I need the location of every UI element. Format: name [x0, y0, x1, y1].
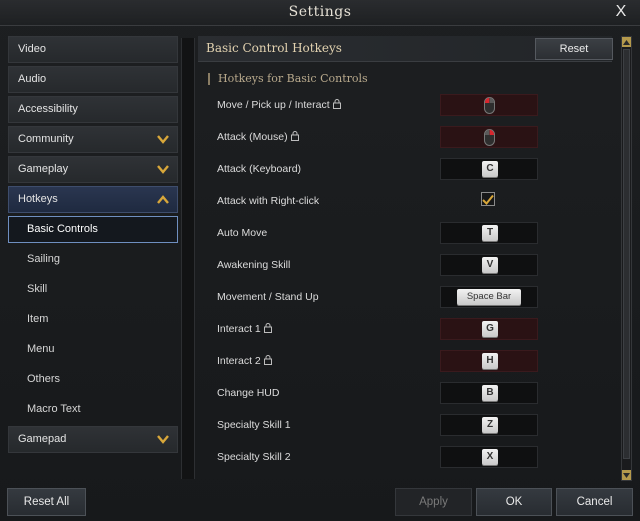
- keycap: H: [482, 353, 498, 369]
- window-title: Settings: [288, 4, 352, 20]
- vertical-scrollbar[interactable]: [621, 36, 632, 481]
- group-title: Hotkeys for Basic Controls: [208, 73, 368, 85]
- reset-all-button[interactable]: Reset All: [7, 488, 86, 516]
- settings-window: Settings X Video Audio Accessibility Com…: [0, 0, 640, 521]
- key-binding-slot[interactable]: [440, 126, 538, 148]
- hotkey-label: Attack (Keyboard): [217, 163, 302, 175]
- title-bar: Settings X: [0, 0, 640, 26]
- key-binding-slot[interactable]: V: [440, 254, 538, 276]
- hotkey-row: Specialty Skill 2 X: [198, 442, 612, 474]
- key-binding-slot[interactable]: G: [440, 318, 538, 340]
- lock-icon: [290, 131, 299, 144]
- keycap: V: [482, 257, 498, 273]
- keycap: B: [482, 385, 498, 401]
- chevron-down-icon: [157, 427, 169, 452]
- lock-icon: [263, 323, 272, 336]
- sidebar-item-label: Audio: [18, 73, 47, 85]
- keycap: Z: [482, 417, 498, 433]
- ok-button[interactable]: OK: [476, 488, 552, 516]
- hotkey-label: Move / Pick up / Interact: [217, 99, 341, 112]
- sidebar-item-label: Accessibility: [18, 103, 78, 115]
- key-binding-slot[interactable]: H: [440, 350, 538, 372]
- chevron-down-icon: [157, 157, 169, 182]
- key-binding-slot[interactable]: Z: [440, 414, 538, 436]
- lock-icon: [263, 355, 272, 368]
- sidebar-item-community[interactable]: Community: [8, 126, 178, 153]
- hotkey-label: Specialty Skill 1: [217, 419, 291, 431]
- sidebar: Video Audio Accessibility Community Game…: [8, 36, 178, 456]
- reset-button[interactable]: Reset: [535, 38, 613, 60]
- sidebar-subitem-skill[interactable]: Skill: [8, 276, 178, 303]
- key-binding-slot[interactable]: X: [440, 446, 538, 468]
- checkmark-icon: [482, 194, 494, 205]
- scroll-down-button[interactable]: [622, 470, 631, 480]
- hotkey-label: Interact 1: [217, 323, 272, 336]
- sidebar-subitem-basic-controls[interactable]: Basic Controls: [8, 216, 178, 243]
- sidebar-item-label: Gameplay: [18, 163, 69, 175]
- hotkey-row: Attack with Right-click: [198, 186, 612, 218]
- sidebar-item-gamepad[interactable]: Gamepad: [8, 426, 178, 453]
- chevron-up-icon: [157, 187, 169, 212]
- key-binding-slot[interactable]: Space Bar: [440, 286, 538, 308]
- hotkey-row: Auto Move T: [198, 218, 612, 250]
- hotkey-label: Interact 2: [217, 355, 272, 368]
- sidebar-item-gameplay[interactable]: Gameplay: [8, 156, 178, 183]
- sidebar-subitem-sailing[interactable]: Sailing: [8, 246, 178, 273]
- key-binding-slot[interactable]: B: [440, 382, 538, 404]
- hotkey-row: Movement / Stand Up Space Bar: [198, 282, 612, 314]
- chevron-down-icon: [157, 127, 169, 152]
- sidebar-item-video[interactable]: Video: [8, 36, 178, 63]
- sidebar-subitem-item[interactable]: Item: [8, 306, 178, 333]
- attack-right-click-checkbox[interactable]: [481, 192, 495, 206]
- key-binding-slot[interactable]: [440, 94, 538, 116]
- sidebar-subitem-menu[interactable]: Menu: [8, 336, 178, 363]
- sidebar-item-label: Video: [18, 43, 46, 55]
- sidebar-item-accessibility[interactable]: Accessibility: [8, 96, 178, 123]
- keycap: T: [482, 225, 498, 241]
- cancel-button[interactable]: Cancel: [556, 488, 633, 516]
- apply-button[interactable]: Apply: [395, 488, 472, 516]
- hotkey-row: Interact 1 G: [198, 314, 612, 346]
- keycap: G: [482, 321, 498, 337]
- hotkey-label: Change HUD: [217, 387, 280, 399]
- hotkey-row: Change HUD B: [198, 378, 612, 410]
- main-panel: Basic Control Hotkeys Reset Hotkeys for …: [198, 36, 620, 481]
- hotkey-row: Move / Pick up / Interact: [198, 90, 612, 122]
- keycap: C: [482, 161, 498, 177]
- scroll-up-button[interactable]: [622, 37, 631, 47]
- sidebar-item-label: Gamepad: [18, 433, 67, 445]
- hotkey-label: Movement / Stand Up: [217, 291, 319, 303]
- hotkey-label: Attack (Mouse): [217, 131, 299, 144]
- sidebar-item-label: Hotkeys: [18, 193, 58, 205]
- close-button[interactable]: X: [612, 3, 630, 21]
- section-header: Basic Control Hotkeys Reset: [198, 36, 613, 62]
- sidebar-item-label: Community: [18, 133, 74, 145]
- keycap: X: [482, 449, 498, 465]
- key-binding-slot[interactable]: C: [440, 158, 538, 180]
- scroll-thumb[interactable]: [623, 49, 630, 459]
- hotkey-row: Specialty Skill 1 Z: [198, 410, 612, 442]
- footer: Reset All Apply OK Cancel: [0, 485, 640, 521]
- left-mouse-icon: [484, 97, 495, 119]
- hotkey-row: Awakening Skill V: [198, 250, 612, 282]
- keycap: Space Bar: [457, 289, 521, 305]
- hotkey-label: Specialty Skill 2: [217, 451, 291, 463]
- hotkey-label: Attack with Right-click: [217, 195, 320, 207]
- lock-icon: [332, 99, 341, 112]
- hotkey-row: Interact 2 H: [198, 346, 612, 378]
- page-title: Basic Control Hotkeys: [206, 41, 342, 55]
- sidebar-subitem-macro-text[interactable]: Macro Text: [8, 396, 178, 423]
- sidebar-scrollbar[interactable]: [181, 38, 195, 479]
- sidebar-item-audio[interactable]: Audio: [8, 66, 178, 93]
- right-mouse-icon: [484, 129, 495, 151]
- hotkey-label: Awakening Skill: [217, 259, 291, 271]
- hotkey-row: Attack (Keyboard) C: [198, 154, 612, 186]
- sidebar-subitem-others[interactable]: Others: [8, 366, 178, 393]
- sidebar-item-hotkeys[interactable]: Hotkeys: [8, 186, 178, 213]
- hotkey-label: Auto Move: [217, 227, 268, 239]
- hotkey-row: Attack (Mouse): [198, 122, 612, 154]
- key-binding-slot[interactable]: T: [440, 222, 538, 244]
